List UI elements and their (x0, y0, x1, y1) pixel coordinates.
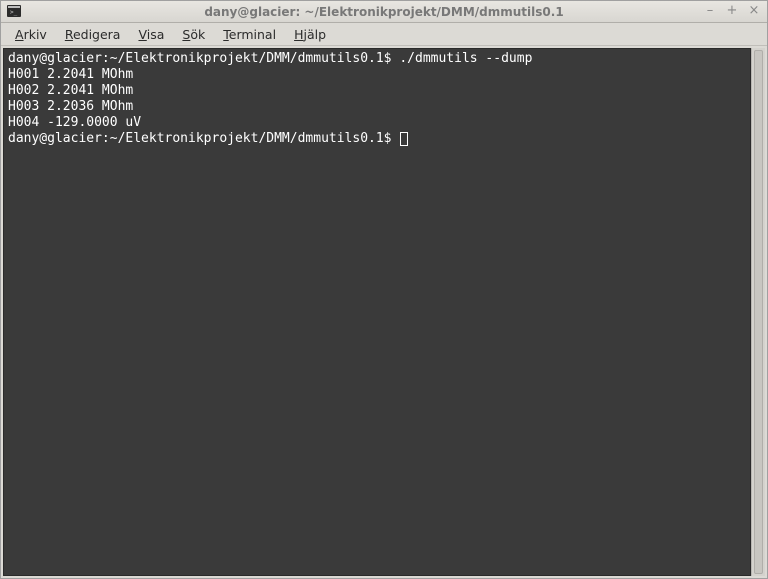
vertical-scrollbar[interactable] (751, 48, 765, 576)
terminal-window: >_ dany@glacier: ~/Elektronikprojekt/DMM… (0, 0, 768, 579)
menu-visa[interactable]: Visa (130, 25, 172, 44)
menu-arkiv[interactable]: Arkiv (7, 25, 55, 44)
window-controls: – + × (701, 3, 763, 19)
output-line: H004 -129.0000 uV (8, 115, 746, 131)
output-line: H003 2.2036 MOhm (8, 99, 746, 115)
output-line: H002 2.2041 MOhm (8, 83, 746, 99)
window-title: dany@glacier: ~/Elektronikprojekt/DMM/dm… (204, 5, 563, 19)
prompt-text: dany@glacier:~/Elektronikprojekt/DMM/dmm… (8, 51, 392, 66)
scrollbar-thumb[interactable] (754, 50, 763, 574)
terminal-container: dany@glacier:~/Elektronikprojekt/DMM/dmm… (1, 46, 767, 578)
maximize-button[interactable]: + (723, 3, 741, 19)
menu-sok[interactable]: Sök (174, 25, 213, 44)
close-button[interactable]: × (745, 3, 763, 19)
prompt-line-2: dany@glacier:~/Elektronikprojekt/DMM/dmm… (8, 131, 746, 147)
prompt-text: dany@glacier:~/Elektronikprojekt/DMM/dmm… (8, 131, 392, 146)
output-line: H001 2.2041 MOhm (8, 67, 746, 83)
svg-text:>_: >_ (10, 9, 18, 16)
command-text: ./dmmutils --dump (399, 51, 532, 66)
menu-terminal[interactable]: Terminal (215, 25, 284, 44)
menubar: Arkiv Redigera Visa Sök Terminal Hjälp (1, 23, 767, 46)
terminal-icon: >_ (7, 5, 21, 17)
menu-redigera[interactable]: Redigera (57, 25, 129, 44)
cursor-block (400, 132, 408, 146)
minimize-button[interactable]: – (701, 3, 719, 19)
prompt-line-1: dany@glacier:~/Elektronikprojekt/DMM/dmm… (8, 51, 746, 67)
terminal-area[interactable]: dany@glacier:~/Elektronikprojekt/DMM/dmm… (3, 48, 751, 576)
titlebar[interactable]: >_ dany@glacier: ~/Elektronikprojekt/DMM… (1, 1, 767, 23)
menu-hjalp[interactable]: Hjälp (286, 25, 334, 44)
